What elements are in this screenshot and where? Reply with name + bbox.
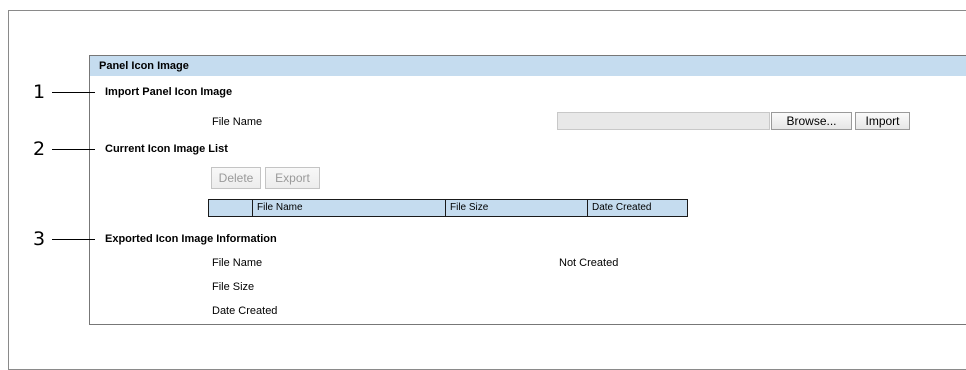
delete-button[interactable]: Delete: [211, 167, 261, 189]
callout-number-2: 2: [33, 138, 46, 160]
callout-number-1: 1: [33, 81, 46, 103]
exported-file-size-label: File Size: [212, 281, 255, 293]
exported-info-section-title: Exported Icon Image Information: [105, 233, 277, 245]
callout-line-1: [52, 92, 95, 93]
export-button[interactable]: Export: [265, 167, 320, 189]
exported-file-name-value: Not Created: [559, 257, 619, 269]
current-list-section-title: Current Icon Image List: [105, 143, 228, 155]
import-file-name-label: File Name: [212, 116, 263, 128]
date-created-column-header: Date Created: [592, 202, 652, 213]
callout-number-3: 3: [33, 228, 46, 250]
exported-file-name-label: File Name: [212, 257, 263, 269]
exported-date-created-label: Date Created: [212, 305, 278, 317]
import-button[interactable]: Import: [855, 112, 910, 130]
panel-title: Panel Icon Image: [90, 56, 966, 76]
icon-image-list-header: File Name File Size Date Created: [208, 199, 688, 217]
import-file-name-input[interactable]: [557, 112, 770, 130]
select-column-header: [209, 200, 253, 216]
callout-line-2: [52, 149, 95, 150]
import-section-title: Import Panel Icon Image: [105, 86, 233, 98]
file-size-column-header: File Size: [446, 200, 588, 216]
browse-button[interactable]: Browse...: [771, 112, 852, 130]
callout-line-3: [52, 239, 95, 240]
file-name-column-header: File Name: [253, 200, 446, 216]
